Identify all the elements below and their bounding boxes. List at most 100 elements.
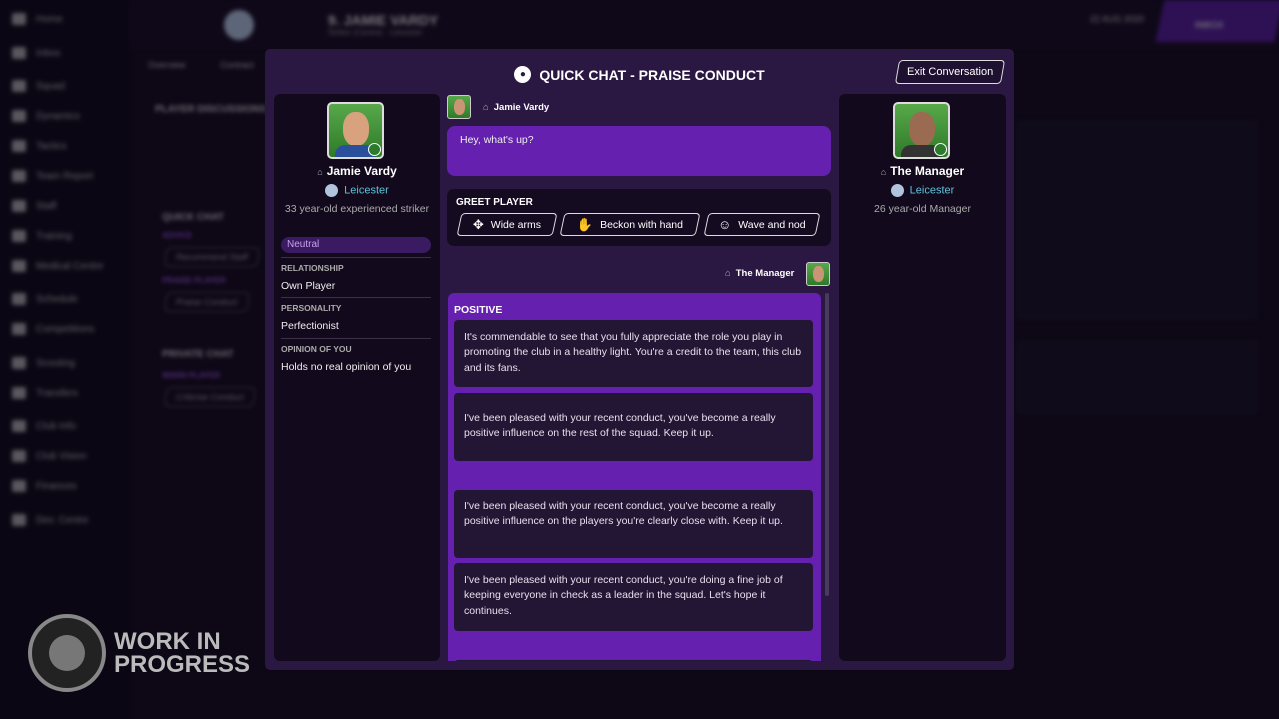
sidebar-item-schedule[interactable]: Schedule [12, 293, 78, 305]
report-icon [12, 170, 26, 182]
sidebar-item-medical[interactable]: Medical Centre [12, 260, 103, 272]
person-icon: ⌂ [483, 102, 489, 113]
manager-club-link[interactable]: Leicester [839, 184, 1006, 197]
response-option[interactable]: I've been pleased with your recent condu… [454, 563, 813, 631]
sports-interactive-logo [28, 614, 106, 692]
vision-icon [12, 450, 26, 462]
manager-panel: ⌂ The Manager Leicester 26 year-old Manag… [839, 94, 1006, 661]
sidebar-item-staff[interactable]: Staff [12, 200, 56, 212]
player-photo [327, 102, 384, 159]
greet-beckon-button[interactable]: ✋ Beckon with hand [559, 213, 701, 236]
sidebar-item-competitions[interactable]: Competitions [12, 323, 94, 335]
praise-conduct-button[interactable]: Praise Conduct [163, 292, 250, 312]
wave-icon: ☺ [718, 217, 732, 232]
player-name-text: Jamie Vardy [326, 164, 397, 178]
sidebar-label: Dev. Centre [36, 514, 89, 526]
tab-overview[interactable]: Overview [148, 60, 186, 70]
dynamics-icon [12, 110, 26, 122]
sidebar-item-dev-centre[interactable]: Dev. Centre [12, 514, 89, 526]
player-message: Hey, what's up? [447, 126, 831, 176]
response-option[interactable] [454, 660, 813, 661]
transfer-icon [12, 387, 26, 399]
quick-chat-modal: ● QUICK CHAT - PRAISE CONDUCT Exit Conver… [265, 49, 1014, 670]
greet-player-box: GREET PLAYER ✥ Wide arms ✋ Beckon with han… [447, 189, 831, 246]
exit-conversation-button[interactable]: Exit Conversation [894, 60, 1006, 84]
sidebar-item-club-vision[interactable]: Club Vision [12, 450, 86, 462]
player-subtitle: Striker (Centre) · Leicester [328, 28, 423, 37]
sidebar-item-tactics[interactable]: Tactics [12, 140, 67, 152]
shield-icon [12, 420, 26, 432]
manager-name[interactable]: ⌂ The Manager [839, 164, 1006, 178]
sidebar-item-team-report[interactable]: Team Report [12, 170, 93, 182]
sidebar-item-home[interactable]: Home [12, 13, 63, 25]
response-option[interactable]: I've been pleased with your recent condu… [454, 393, 813, 461]
manager-description: 26 year-old Manager [874, 203, 971, 215]
personality-label: PERSONALITY [281, 303, 342, 313]
advice-label: ADVICE [162, 231, 193, 240]
player-thumbnail [447, 95, 471, 119]
sidebar-item-inbox[interactable]: Inbox [12, 47, 60, 59]
sidebar-label: Staff [36, 200, 57, 212]
relationship-label: RELATIONSHIP [281, 263, 344, 273]
section-title: PLAYER DISCUSSIONS [155, 104, 267, 115]
sidebar-label: Club Info [36, 420, 77, 432]
greet-wide-arms-button[interactable]: ✥ Wide arms [456, 213, 558, 236]
beckon-icon: ✋ [576, 216, 594, 232]
criticise-conduct-button[interactable]: Criticise Conduct [163, 387, 257, 407]
manager-speaker: ⌂ The Manager [725, 268, 794, 279]
sidebar-label: Scouting [36, 357, 75, 369]
watermark-line1: WORK IN [114, 628, 221, 655]
inbox-icon [12, 47, 26, 59]
modal-title-text: QUICK CHAT - PRAISE CONDUCT [539, 66, 765, 83]
background-panel [1016, 340, 1258, 415]
response-option[interactable]: It's commendable to see that you fully a… [454, 320, 813, 387]
player-description: 33 year-old experienced striker [284, 203, 430, 215]
sidebar-label: Team Report [36, 170, 94, 182]
sidebar-item-training[interactable]: Training [12, 230, 72, 242]
option-label: Wave and nod [738, 218, 806, 231]
manager-name-text: The Manager [890, 164, 965, 178]
response-option[interactable]: I've been pleased with your recent condu… [454, 490, 813, 558]
recommend-staff-button[interactable]: Recommend Staff [163, 247, 261, 267]
scrollbar[interactable] [825, 293, 829, 596]
chart-icon [12, 514, 26, 526]
person-icon: ⌂ [317, 167, 323, 177]
opinion-label: OPINION OF YOU [281, 344, 352, 354]
option-label: Beckon with hand [600, 218, 684, 231]
medical-icon [12, 260, 26, 272]
calendar-icon [12, 293, 26, 305]
praise-player-label: PRAISE PLAYER [162, 276, 226, 285]
personality-section: PERSONALITY Perfectionist [281, 297, 431, 332]
sidebar-label: Inbox [36, 47, 61, 59]
tab-contract[interactable]: Contract [220, 60, 254, 70]
sidebar-item-scouting[interactable]: Scouting [12, 357, 75, 369]
sidebar-item-club-info[interactable]: Club Info [12, 420, 76, 432]
player-club-link[interactable]: Leicester [274, 184, 440, 197]
date-display: 22 AUG 2020 [1090, 14, 1145, 24]
watermark-line2: PROGRESS [114, 651, 251, 678]
warn-player-label: WARN PLAYER [162, 371, 221, 380]
money-icon [12, 480, 26, 492]
sidebar-item-finances[interactable]: Finances [12, 480, 77, 492]
greet-wave-button[interactable]: ☺ Wave and nod [703, 213, 821, 236]
private-chat-title: PRIVATE CHAT [162, 349, 234, 360]
club-crest [224, 10, 254, 40]
opinion-section: OPINION OF YOU Holds no real opinion of y… [281, 338, 431, 373]
player-name[interactable]: ⌂ Jamie Vardy [274, 164, 440, 178]
sidebar-item-dynamics[interactable]: Dynamics [12, 110, 80, 122]
wide-arms-icon: ✥ [472, 216, 484, 232]
search-icon [12, 357, 26, 369]
sidebar-item-transfers[interactable]: Transfers [12, 387, 78, 399]
greet-title: GREET PLAYER [456, 197, 533, 208]
work-in-progress-watermark: WORK IN PROGRESS [28, 614, 250, 692]
manager-thumbnail [806, 262, 830, 286]
sidebar-label: Tactics [36, 140, 67, 152]
sidebar-label: Transfers [36, 387, 78, 399]
chat-person-icon: ● [514, 66, 532, 83]
sidebar: Home Inbox Squad Dynamics Tactics Team R… [0, 0, 130, 719]
player-title: 9. JAMIE VARDY [328, 12, 439, 28]
inbox-label: INBOX [1195, 20, 1224, 30]
personality-value: Perfectionist [281, 320, 339, 332]
opinion-value: Holds no real opinion of you [281, 361, 412, 373]
sidebar-item-squad[interactable]: Squad [12, 80, 65, 92]
